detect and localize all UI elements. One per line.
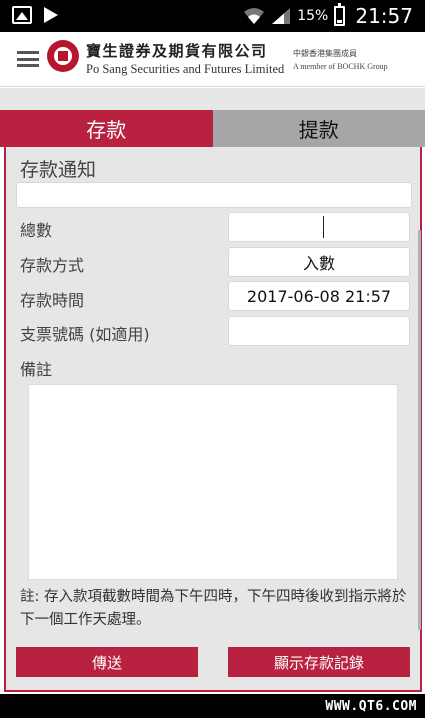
battery-percent: 15%: [297, 8, 329, 24]
app-header: 寶生證券及期貨有限公司 Po Sang Securities and Futur…: [0, 32, 425, 87]
site-watermark: WWW.QT6.COM: [325, 699, 417, 714]
gallery-icon: [12, 6, 32, 24]
cutoff-note: 註: 存入款項截數時間為下午四時，下午四時後收到指示將於下一個工作天處理。: [20, 589, 407, 628]
member-text-chinese: 中銀香港集團成員: [293, 49, 357, 58]
battery-icon: [334, 3, 346, 26]
scrollbar[interactable]: [418, 230, 421, 630]
tab-deposit[interactable]: 存款: [0, 110, 213, 147]
cheque-number-label: 支票號碼 (如適用): [20, 325, 150, 344]
cheque-number-input[interactable]: [228, 316, 410, 346]
brand-name-chinese: 寶生證券及期貨有限公司: [86, 42, 268, 60]
member-text-english: A member of BOCHK Group: [293, 62, 388, 71]
bank-logo-icon: [47, 40, 79, 72]
brand-name-english: Po Sang Securities and Futures Limited: [86, 62, 285, 76]
status-bar: 15% 21:57: [0, 0, 425, 32]
hamburger-menu-icon[interactable]: [17, 51, 39, 67]
send-button[interactable]: 傳送: [16, 647, 198, 677]
deposit-time-label: 存款時間: [20, 291, 85, 310]
signal-icon: [272, 8, 291, 24]
deposit-method-label: 存款方式: [20, 256, 85, 275]
notice-title-input[interactable]: [16, 182, 412, 208]
text-cursor: [322, 216, 324, 238]
section-title: 存款通知: [20, 159, 97, 181]
amount-label: 總數: [20, 221, 53, 240]
tab-bar: 存款 提款: [0, 110, 425, 147]
remark-textarea[interactable]: [28, 384, 398, 580]
play-store-icon: [42, 6, 60, 24]
amount-input[interactable]: [228, 212, 410, 242]
tab-withdraw[interactable]: 提款: [212, 110, 425, 147]
wifi-icon: [244, 8, 265, 24]
show-deposit-records-button[interactable]: 顯示存款記錄: [228, 647, 410, 677]
clock: 21:57: [355, 4, 413, 28]
deposit-time-picker[interactable]: 2017-06-08 21:57: [228, 281, 410, 311]
deposit-method-select[interactable]: 入數: [228, 247, 410, 277]
header-spacer: [0, 88, 425, 110]
remark-label: 備註: [20, 360, 53, 379]
deposit-form-panel: 存款通知 總數 存款方式 入數 存款時間 2017-06-08 21:57 支票…: [4, 147, 422, 692]
